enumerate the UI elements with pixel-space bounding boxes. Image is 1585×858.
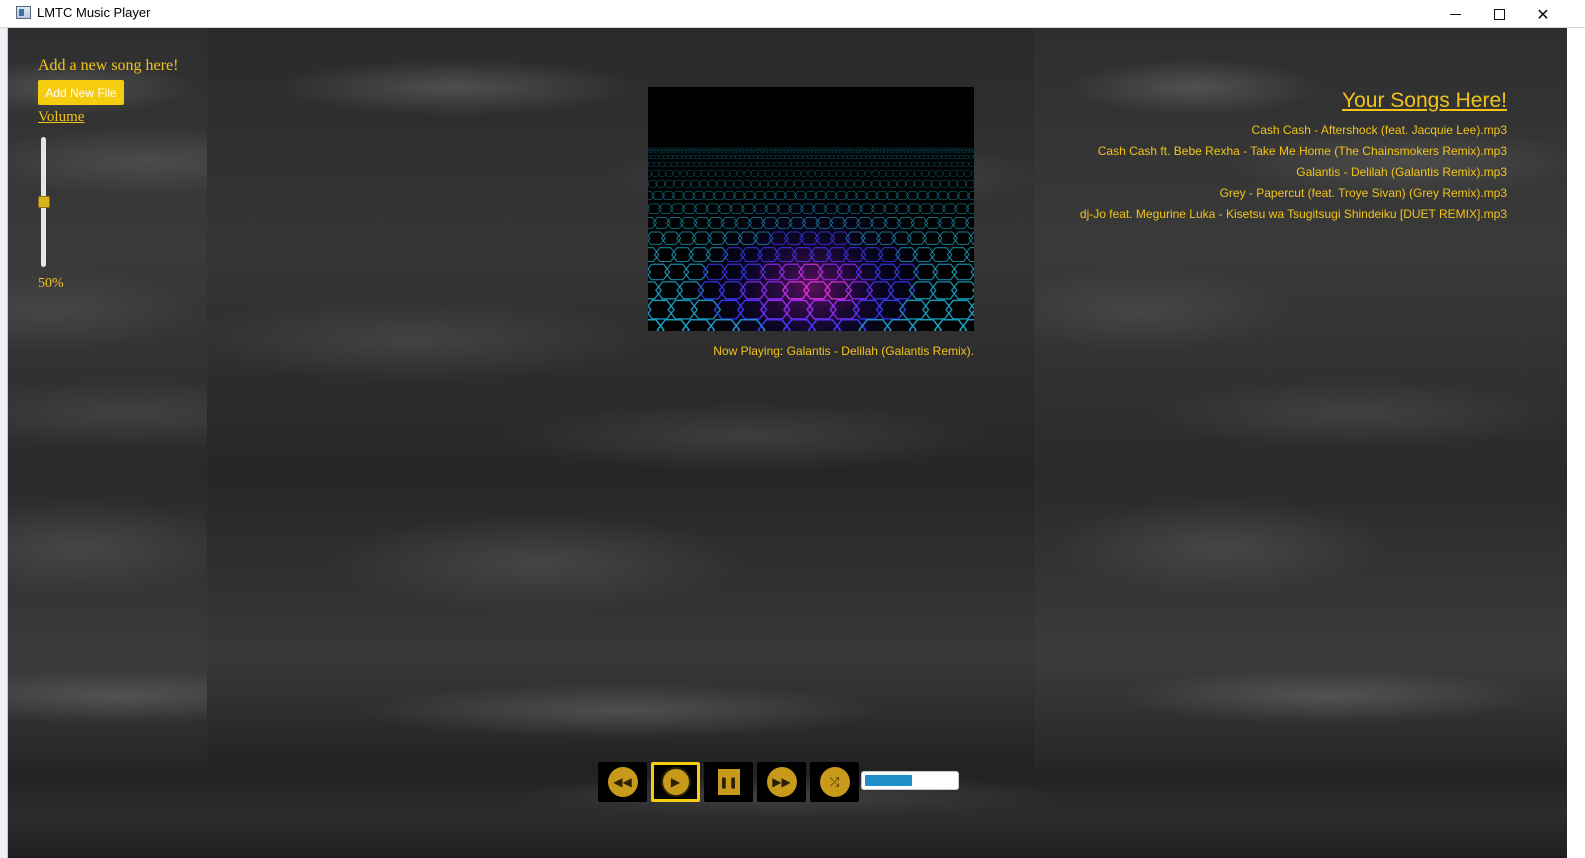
shuffle-icon: ⤮ [819,767,850,797]
background-window-edge [0,28,8,858]
rewind-icon: ◀◀ [607,767,638,797]
minimize-icon [1449,13,1461,15]
rewind-button[interactable]: ◀◀ [598,762,647,802]
volume-slider-thumb[interactable] [38,196,50,208]
add-song-heading: Add a new song here! [38,57,179,74]
title-bar: LMTC Music Player ✕ [0,0,1585,28]
now-playing-label: Now Playing: Galantis - Delilah (Galanti… [713,344,974,358]
fast-forward-icon: ▶▶ [766,767,797,797]
close-button[interactable]: ✕ [1520,0,1566,28]
album-art-graphic [648,87,974,331]
play-icon: ▶ [660,767,691,797]
app-icon [16,6,31,19]
volume-value: 50% [38,276,64,291]
fast-forward-button[interactable]: ▶▶ [757,762,806,802]
maximize-button[interactable] [1476,0,1522,28]
song-item[interactable]: Cash Cash ft. Bebe Rexha - Take Me Home … [1080,141,1507,162]
close-icon: ✕ [1536,4,1550,24]
music-player-app: Add a new song here! Add New File Volume… [8,28,1567,858]
window-title: LMTC Music Player [37,5,151,20]
window-right-edge [1567,28,1585,858]
maximize-icon [1493,8,1505,20]
add-new-file-button[interactable]: Add New File [38,80,124,105]
transport-controls: ◀◀ ▶ ❚❚ ▶▶ ⤮ [598,762,859,802]
song-list: Cash Cash - Aftershock (feat. Jacquie Le… [1080,120,1507,225]
song-progress-fill [865,775,912,786]
play-button[interactable]: ▶ [651,762,700,802]
song-progress-bar[interactable] [861,771,959,790]
volume-label: Volume [38,109,85,125]
shuffle-button[interactable]: ⤮ [810,762,859,802]
song-item[interactable]: Grey - Papercut (feat. Troye Sivan) (Gre… [1080,183,1507,204]
songs-heading: Your Songs Here! [1342,89,1507,112]
song-item[interactable]: Galantis - Delilah (Galantis Remix).mp3 [1080,162,1507,183]
minimize-button[interactable] [1432,0,1478,28]
pause-button[interactable]: ❚❚ [704,762,753,802]
song-item[interactable]: dj-Jo feat. Megurine Luka - Kisetsu wa T… [1080,204,1507,225]
album-art [648,87,974,331]
right-panel: Your Songs Here! Cash Cash - Aftershock … [1034,28,1567,770]
pause-icon: ❚❚ [717,769,740,795]
left-panel: Add a new song here! Add New File Volume… [8,28,207,770]
song-item[interactable]: Cash Cash - Aftershock (feat. Jacquie Le… [1080,120,1507,141]
